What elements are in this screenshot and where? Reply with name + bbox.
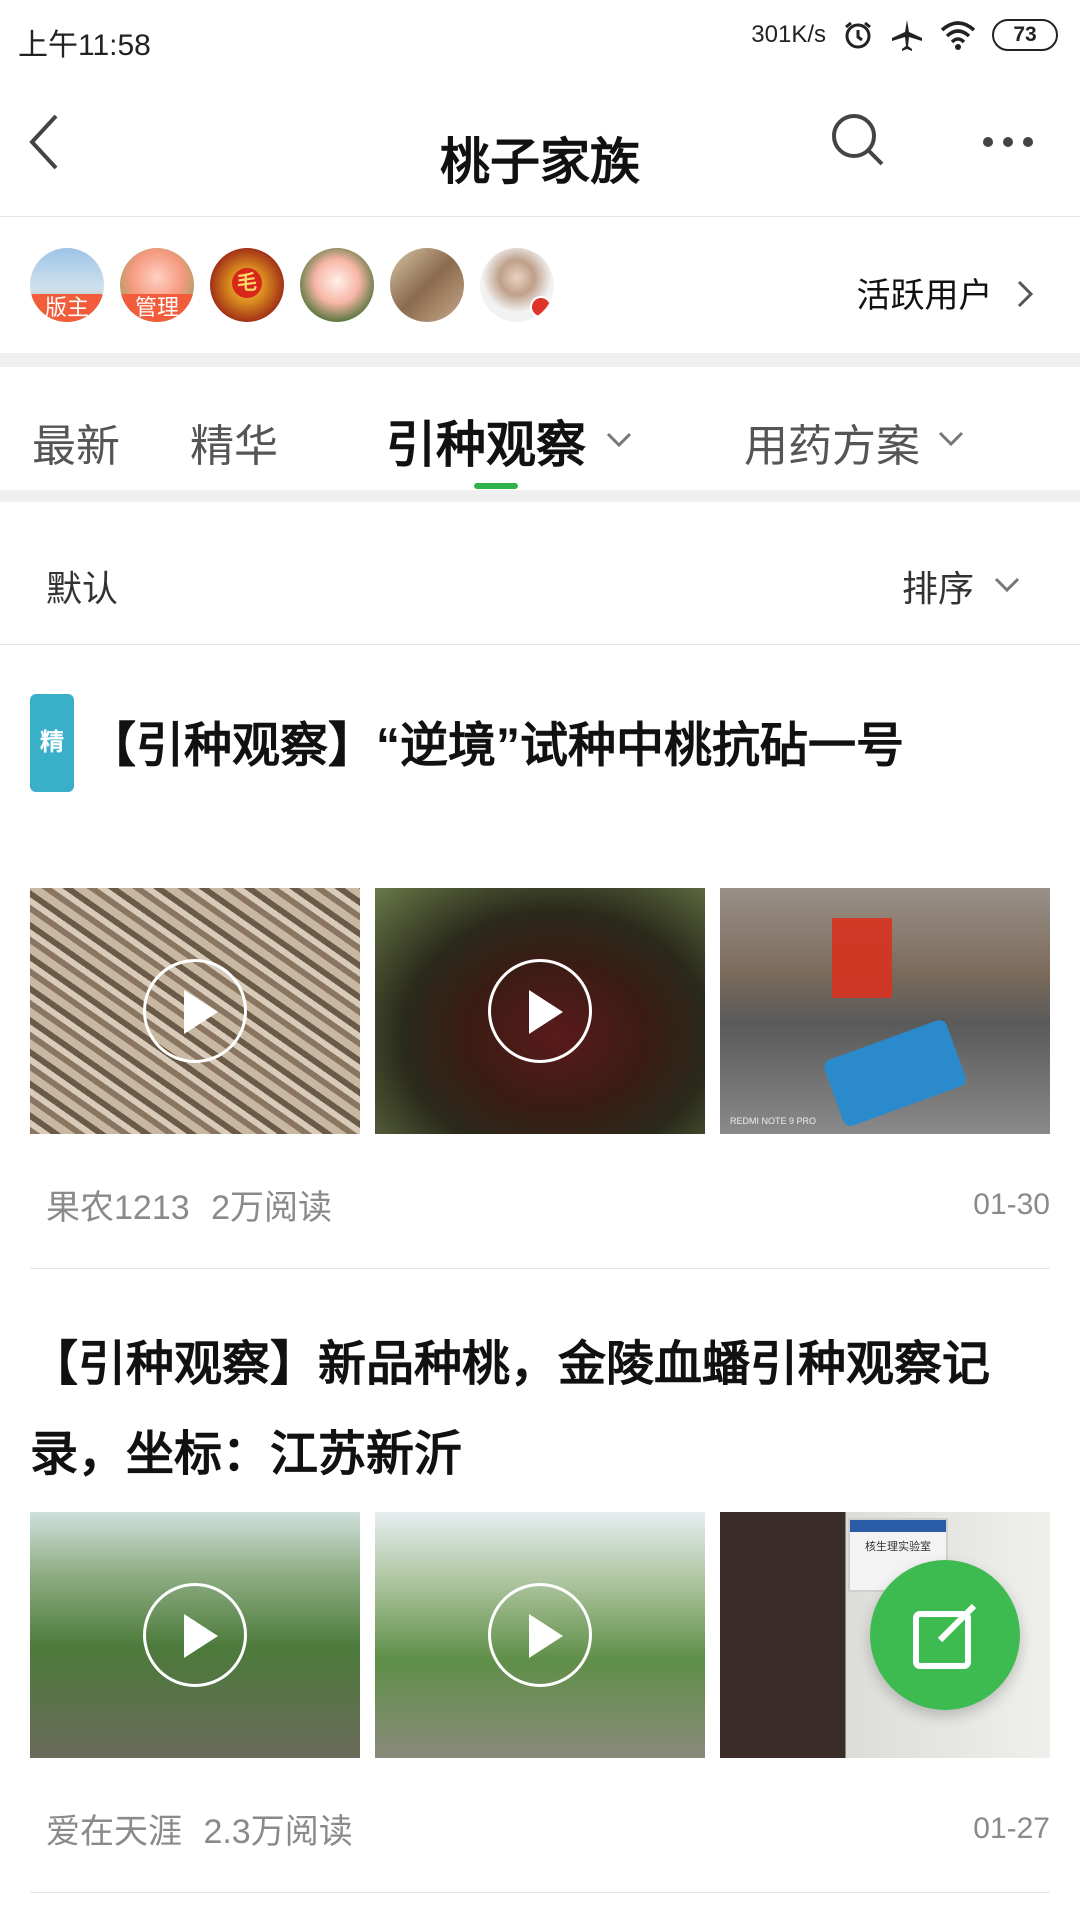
compose-button[interactable] [870, 1560, 1020, 1710]
chevron-right-icon [1017, 280, 1034, 308]
edit-icon [913, 1603, 977, 1669]
tab-featured-label: 精华 [190, 422, 278, 471]
video-thumbnail[interactable] [375, 1512, 705, 1758]
door-sign-text: 核生理实验室 [865, 1541, 931, 1553]
play-icon [143, 959, 247, 1063]
featured-badge: 精 [30, 694, 74, 792]
search-button[interactable] [830, 112, 890, 172]
video-thumbnail[interactable] [375, 888, 705, 1134]
post-title-text: 【引种观察】“逆境”试种中桃抗砧一号 [88, 719, 905, 773]
post-title[interactable]: 精【引种观察】“逆境”试种中桃抗砧一号 [30, 694, 1040, 798]
pruning-shears [821, 1017, 969, 1129]
active-users-label: 活跃用户 [856, 277, 993, 315]
status-time: 上午11:58 [18, 29, 151, 62]
battery-level: 73 [1013, 23, 1037, 46]
wifi-icon [940, 21, 976, 50]
post-author[interactable]: 果农1213 [46, 1189, 190, 1227]
sort-default-button[interactable]: 默认 [46, 560, 118, 612]
more-button[interactable] [980, 132, 1036, 152]
status-icons: 301K/s 73 [751, 18, 1058, 52]
post-title[interactable]: 【引种观察】新品种桃，金陵血蟠引种观察记录，坐标：江苏新沂 [30, 1320, 1040, 1500]
post-reads: 2万阅读 [211, 1189, 333, 1227]
post-divider [30, 1892, 1050, 1893]
section-separator [0, 490, 1080, 502]
avatar-member-2[interactable] [300, 248, 374, 322]
tab-featured[interactable]: 精华 [190, 410, 278, 474]
video-thumbnail[interactable] [30, 888, 360, 1134]
avatar-admin[interactable]: 管理 [120, 248, 194, 322]
net-speed: 301K/s [751, 21, 826, 48]
sort-button[interactable]: 排序 [902, 560, 1020, 612]
battery-icon: 73 [992, 19, 1058, 51]
verified-badge [530, 296, 552, 318]
page-title: 桃子家族 [440, 134, 640, 190]
airplane-icon [892, 20, 922, 51]
section-separator [0, 353, 1080, 367]
post-date: 01-27 [973, 1812, 1050, 1845]
more-icon [983, 137, 1033, 147]
tab-variety-observation[interactable]: 引种观察 [386, 405, 632, 477]
tab-medication-plan-label: 用药方案 [744, 422, 920, 471]
image-thumbnail[interactable]: REDMI NOTE 9 PRO [720, 888, 1050, 1134]
post-meta: 果农1213 2万阅读 [46, 1180, 332, 1229]
sort-label: 排序 [901, 568, 974, 609]
play-icon [488, 1583, 592, 1687]
chevron-down-icon [939, 431, 964, 447]
admin-badge: 管理 [120, 294, 194, 322]
owner-badge: 版主 [30, 294, 104, 322]
avatar-member-3[interactable] [390, 248, 464, 322]
tab-latest[interactable]: 最新 [32, 410, 120, 474]
post-date: 01-30 [973, 1188, 1050, 1221]
tab-latest-label: 最新 [32, 422, 120, 471]
play-icon [143, 1583, 247, 1687]
post-reads: 2.3万阅读 [203, 1813, 353, 1851]
alarm-icon [845, 21, 871, 49]
mao-seal: 毛 [232, 268, 262, 298]
tab-medication-plan[interactable]: 用药方案 [744, 410, 964, 474]
play-icon [488, 959, 592, 1063]
red-tie [832, 918, 892, 998]
chevron-down-icon [606, 432, 631, 448]
post-divider [30, 1268, 1050, 1269]
avatar-owner[interactable]: 版主 [30, 248, 104, 322]
door-sign-header [850, 1520, 946, 1532]
video-thumbnail[interactable] [30, 1512, 360, 1758]
post-author[interactable]: 爱在天涯 [46, 1813, 182, 1851]
post-title-text: 【引种观察】新品种桃，金陵血蟠引种观察记录，坐标：江苏新沂 [30, 1338, 991, 1481]
tab-variety-observation-label: 引种观察 [386, 417, 586, 473]
search-icon [832, 114, 884, 166]
post-meta: 爱在天涯 2.3万阅读 [46, 1804, 353, 1853]
active-users-link[interactable]: 活跃用户 [857, 268, 1034, 317]
photo-watermark: REDMI NOTE 9 PRO [730, 1116, 817, 1126]
active-tab-indicator [474, 483, 518, 489]
chevron-down-icon [994, 577, 1020, 593]
avatar-member-4[interactable] [480, 248, 554, 322]
avatar-member-1[interactable]: 毛 [210, 248, 284, 322]
